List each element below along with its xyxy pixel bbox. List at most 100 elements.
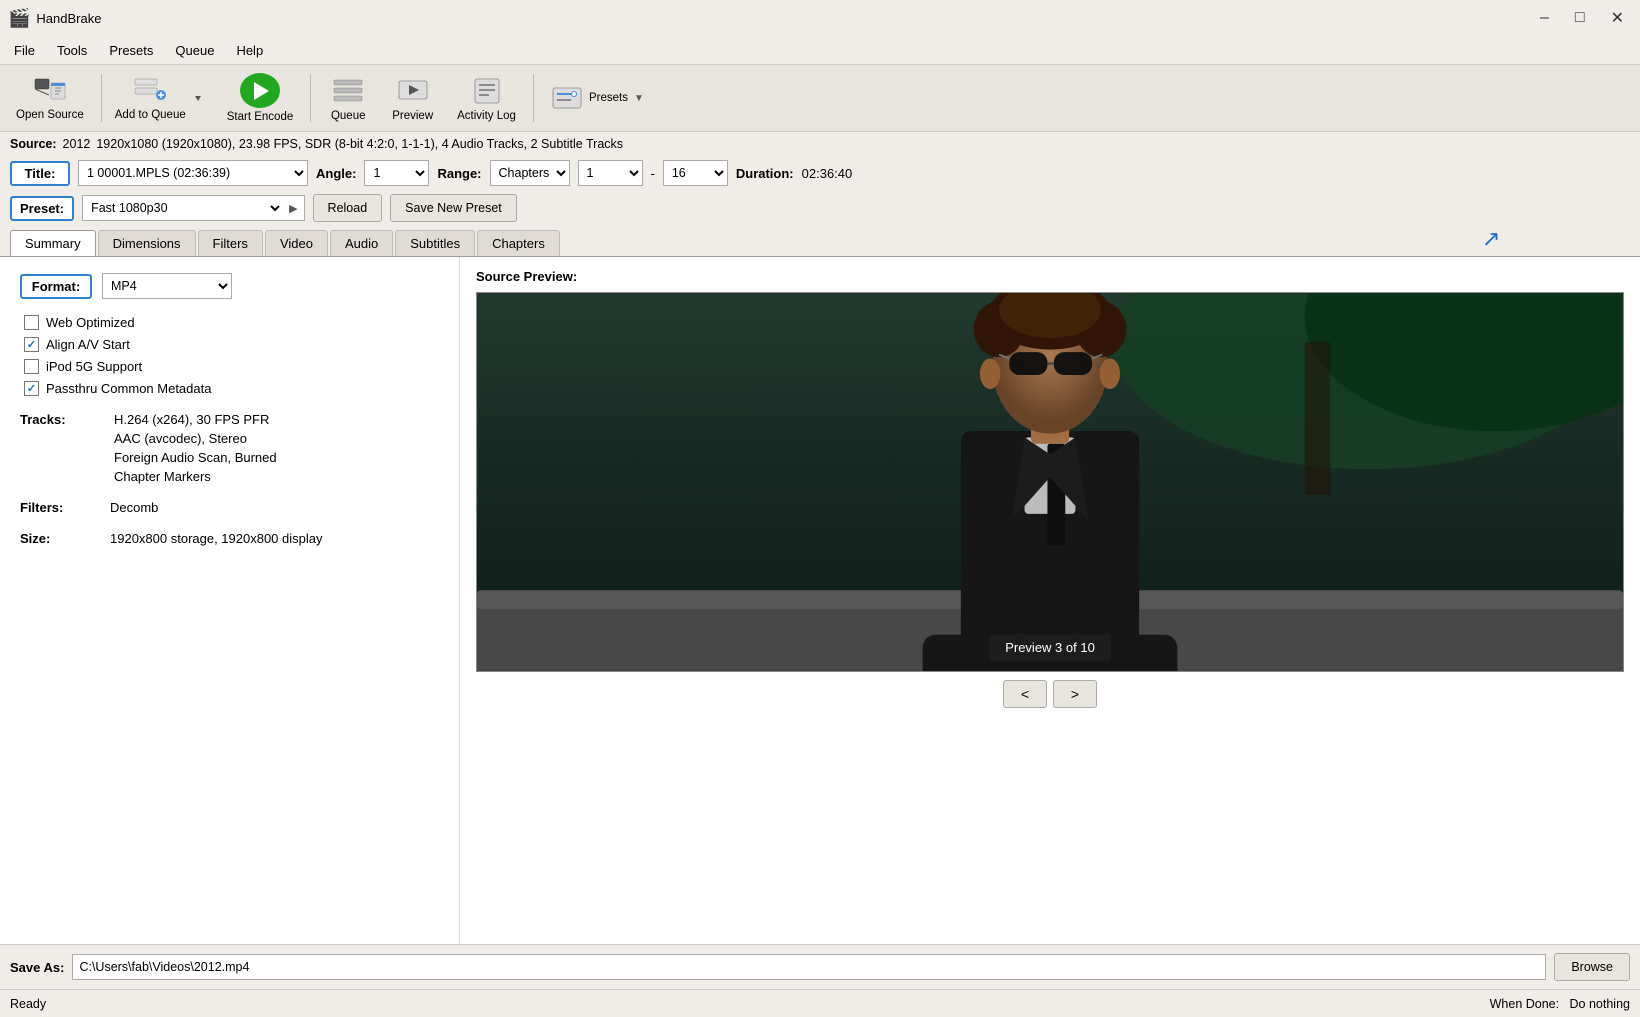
preset-row: Preset: Fast 1080p30 ▶ Reload Save New P… (0, 190, 1640, 226)
title-bar: 🎬 HandBrake – □ ✕ (0, 0, 1640, 36)
passthru-row: Passthru Common Metadata (24, 381, 439, 396)
open-source-label: Open Source (16, 109, 84, 121)
presets-arrow: ▼ (634, 93, 644, 104)
presets-label: Presets (589, 92, 628, 104)
minimize-button[interactable]: – (1532, 7, 1557, 29)
align-av-label: Align A/V Start (46, 337, 130, 352)
open-source-icon (33, 75, 67, 106)
preview-label: Preview (392, 110, 433, 122)
start-encode-button[interactable]: Start Encode (217, 69, 303, 127)
reload-button[interactable]: Reload (313, 194, 383, 222)
tab-subtitles[interactable]: Subtitles (395, 230, 475, 256)
save-new-preset-button[interactable]: Save New Preset (390, 194, 517, 222)
align-av-row: Align A/V Start (24, 337, 439, 352)
title-row: Title: 1 00001.MPLS (02:36:39) Angle: 1 … (0, 156, 1640, 190)
web-optimized-checkbox[interactable] (24, 315, 39, 330)
duration-label: Duration: (736, 166, 794, 181)
start-encode-icon (240, 73, 280, 108)
tab-video[interactable]: Video (265, 230, 328, 256)
queue-icon (332, 75, 364, 107)
ipod-checkbox[interactable] (24, 359, 39, 374)
range-end-select[interactable]: 16 (663, 160, 728, 186)
preview-button[interactable]: Preview (382, 69, 443, 127)
track-item-0: H.264 (x264), 30 FPS PFR (110, 412, 277, 427)
when-done-label: When Done: (1490, 997, 1559, 1011)
preset-select-wrap[interactable]: Fast 1080p30 ▶ (82, 195, 304, 221)
menu-help[interactable]: Help (226, 40, 273, 61)
ipod-row: iPod 5G Support (24, 359, 439, 374)
queue-button[interactable]: Queue (318, 69, 378, 127)
ipod-label: iPod 5G Support (46, 359, 142, 374)
preview-text: Preview 3 of 10 (1005, 640, 1095, 655)
source-preview-label: Source Preview: (476, 269, 577, 284)
open-source-button[interactable]: Open Source (6, 69, 94, 127)
start-encode-label: Start Encode (227, 111, 293, 123)
menu-presets[interactable]: Presets (99, 40, 163, 61)
add-to-queue-label: Add to Queue (115, 109, 186, 121)
activity-log-button[interactable]: Activity Log (447, 69, 526, 127)
source-info: 1920x1080 (1920x1080), 23.98 FPS, SDR (8… (96, 137, 623, 151)
source-title: 2012 (63, 137, 91, 151)
maximize-button[interactable]: □ (1567, 7, 1593, 29)
tracks-section: H.264 (x264), 30 FPS PFR AAC (avcodec), … (110, 412, 277, 484)
tab-dimensions[interactable]: Dimensions (98, 230, 196, 256)
track-item-1: AAC (avcodec), Stereo (110, 431, 277, 446)
status-text: Ready (10, 997, 46, 1011)
tab-audio[interactable]: Audio (330, 230, 393, 256)
source-label: Source: (10, 137, 57, 151)
menu-tools[interactable]: Tools (47, 40, 97, 61)
arrow-indicator: ↖ (1482, 226, 1500, 252)
preview-icon (397, 75, 429, 107)
status-bar: Ready When Done: Do nothing (0, 989, 1640, 1017)
preview-nav: < > (476, 680, 1624, 708)
source-bar: Source: 2012 1920x1080 (1920x1080), 23.9… (0, 132, 1640, 156)
tab-filters[interactable]: Filters (198, 230, 263, 256)
size-row: Size: 1920x800 storage, 1920x800 display (20, 531, 439, 546)
preset-label: Preset: (10, 196, 74, 221)
passthru-label: Passthru Common Metadata (46, 381, 211, 396)
left-panel: Format: MP4 Web Optimized Align A/V Star… (0, 257, 460, 944)
tracks-row: Tracks: H.264 (x264), 30 FPS PFR AAC (av… (20, 412, 439, 484)
activity-log-icon (471, 75, 503, 107)
play-triangle (254, 82, 269, 100)
app-icon: 🎬 (8, 8, 30, 29)
range-dash: - (651, 166, 655, 181)
web-optimized-label: Web Optimized (46, 315, 135, 330)
saveas-input[interactable] (72, 954, 1546, 980)
presets-button[interactable]: Presets ▼ (541, 69, 654, 127)
track-item-2: Foreign Audio Scan, Burned (110, 450, 277, 465)
queue-label: Queue (331, 110, 366, 122)
when-done: When Done: Do nothing (1490, 997, 1630, 1011)
tab-chapters[interactable]: Chapters (477, 230, 560, 256)
preview-scene (477, 293, 1623, 671)
size-value: 1920x800 storage, 1920x800 display (110, 531, 323, 546)
format-row: Format: MP4 (20, 273, 439, 299)
toolbar-separator-3 (533, 74, 534, 122)
preset-select[interactable]: Fast 1080p30 (83, 196, 283, 220)
close-button[interactable]: ✕ (1603, 6, 1632, 30)
toolbar: Open Source Add to Queue (0, 64, 1640, 132)
passthru-checkbox[interactable] (24, 381, 39, 396)
format-select[interactable]: MP4 (102, 273, 232, 299)
toolbar-separator-2 (310, 74, 311, 122)
align-av-checkbox[interactable] (24, 337, 39, 352)
preset-arrow-icon: ▶ (283, 202, 303, 215)
title-select[interactable]: 1 00001.MPLS (02:36:39) (78, 160, 308, 186)
add-to-queue-dropdown[interactable] (189, 73, 207, 123)
preview-next-button[interactable]: > (1053, 680, 1097, 708)
browse-button[interactable]: Browse (1554, 953, 1630, 981)
filters-value: Decomb (110, 500, 158, 515)
preview-prev-button[interactable]: < (1003, 680, 1047, 708)
tab-summary[interactable]: Summary (10, 230, 96, 256)
menu-bar: File Tools Presets Queue Help (0, 36, 1640, 64)
range-start-select[interactable]: 1 (578, 160, 643, 186)
title-label: Title: (10, 161, 70, 186)
angle-select[interactable]: 1 (364, 160, 429, 186)
angle-label: Angle: (316, 166, 356, 181)
add-to-queue-button[interactable]: Add to Queue (109, 69, 213, 127)
track-item-3: Chapter Markers (110, 469, 277, 484)
activity-log-label: Activity Log (457, 110, 516, 122)
range-type-select[interactable]: Chapters (490, 160, 570, 186)
menu-queue[interactable]: Queue (165, 40, 224, 61)
menu-file[interactable]: File (4, 40, 45, 61)
